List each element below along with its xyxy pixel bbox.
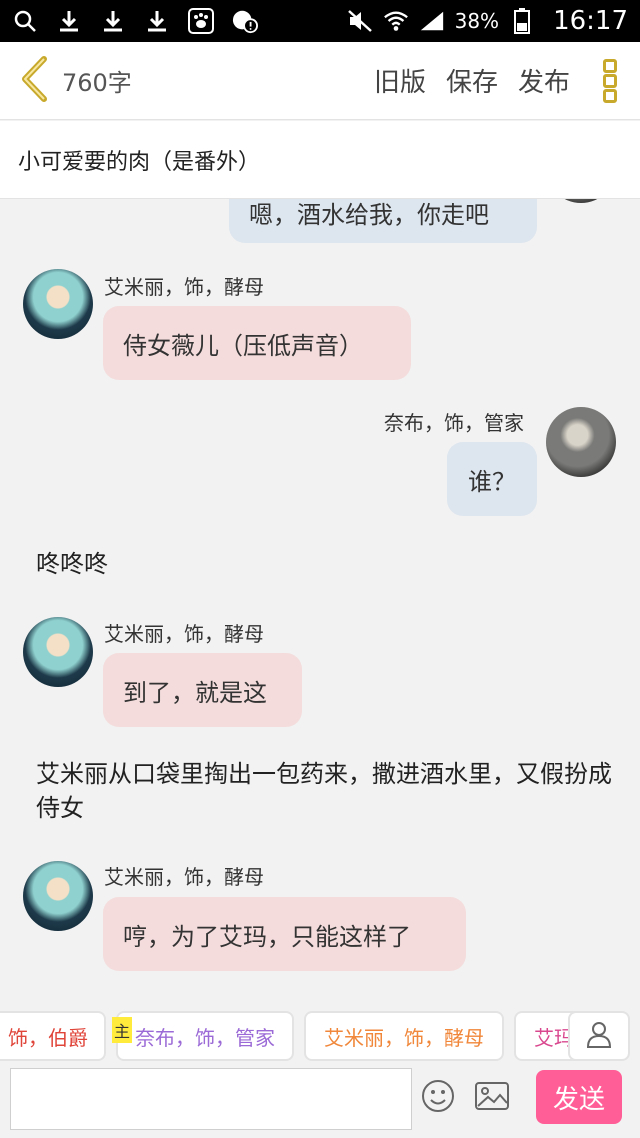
role-tab-label: 奈布，饰，管家: [135, 1025, 275, 1050]
speaker-name: 艾米丽，饰，酵母: [104, 622, 264, 646]
download-icon: [56, 8, 82, 34]
download-icon: [144, 8, 170, 34]
menu-dot: [603, 58, 617, 73]
role-tab[interactable]: 奈布，饰，管家: [116, 1011, 294, 1061]
image-icon: [474, 1081, 510, 1115]
wifi-icon: [383, 8, 409, 34]
mute-icon: [347, 8, 373, 34]
role-tab[interactable]: 饰，伯爵: [0, 1011, 106, 1061]
battery-icon: [509, 8, 535, 34]
speaker-name: 奈布，饰，管家: [384, 411, 524, 435]
publish-button[interactable]: 发布: [518, 62, 570, 99]
narration-text[interactable]: 咚咚咚: [36, 547, 616, 581]
status-bar: 38% 16:17: [0, 0, 640, 42]
chevron-left-icon: [19, 55, 49, 106]
role-tab[interactable]: 艾米丽，饰，酵母: [304, 1011, 504, 1061]
message-bubble[interactable]: 哼，为了艾玛，只能这样了: [103, 897, 466, 971]
baidu-paw-icon: [188, 8, 214, 34]
message-bubble[interactable]: 谁？: [447, 442, 537, 516]
speaker-name: 艾米丽，饰，酵母: [104, 865, 264, 889]
cloud-alert-icon: [232, 8, 258, 34]
composer: 发送: [0, 1066, 640, 1138]
role-tab-label: 艾米丽，饰，酵母: [324, 1025, 484, 1050]
add-role-button[interactable]: [568, 1011, 630, 1061]
emoji-button[interactable]: [418, 1078, 458, 1118]
more-menu-button[interactable]: [588, 51, 632, 111]
avatar[interactable]: [546, 407, 616, 477]
role-tab-label: 饰，伯爵: [8, 1025, 88, 1050]
image-button[interactable]: [472, 1078, 512, 1118]
message-bubble[interactable]: 到了，就是这: [103, 653, 302, 727]
main-role-badge: 主: [112, 1017, 132, 1043]
avatar[interactable]: [23, 861, 93, 931]
send-button[interactable]: 发送: [536, 1070, 622, 1124]
battery-percent: 38%: [454, 9, 500, 33]
avatar[interactable]: [23, 617, 93, 687]
back-button[interactable]: [6, 42, 62, 120]
message-bubble[interactable]: 嗯，酒水给我，你走吧: [229, 199, 537, 243]
user-icon: [586, 1020, 612, 1052]
story-title[interactable]: 小可爱要的肉（是番外）: [0, 121, 640, 199]
old-version-button[interactable]: 旧版: [374, 62, 426, 99]
signal-icon: [419, 8, 445, 34]
word-count: 760字: [62, 69, 132, 97]
menu-dot: [603, 88, 617, 103]
save-button[interactable]: 保存: [446, 62, 498, 99]
editor-toolbar: 760字 旧版 保存 发布: [0, 42, 640, 120]
menu-dot: [603, 73, 617, 88]
download-icon: [100, 8, 126, 34]
chat-area[interactable]: 嗯，酒水给我，你走吧 艾米丽，饰，酵母 侍女薇儿（压低声音） 奈布，饰，管家 谁…: [0, 199, 640, 989]
message-bubble[interactable]: 侍女薇儿（压低声音）: [103, 306, 411, 380]
message-input[interactable]: [10, 1068, 412, 1130]
avatar[interactable]: [546, 199, 616, 203]
clock: 16:17: [553, 6, 628, 36]
role-selector: 饰，伯爵 奈布，饰，管家 主 艾米丽，饰，酵母 艾玛: [0, 1005, 640, 1065]
smiley-icon: [421, 1079, 455, 1117]
avatar[interactable]: [23, 269, 93, 339]
search-icon: [12, 8, 38, 34]
narration-text[interactable]: 艾米丽从口袋里掏出一包药来，撒进酒水里，又假扮成侍女: [36, 757, 616, 825]
speaker-name: 艾米丽，饰，酵母: [104, 275, 264, 299]
